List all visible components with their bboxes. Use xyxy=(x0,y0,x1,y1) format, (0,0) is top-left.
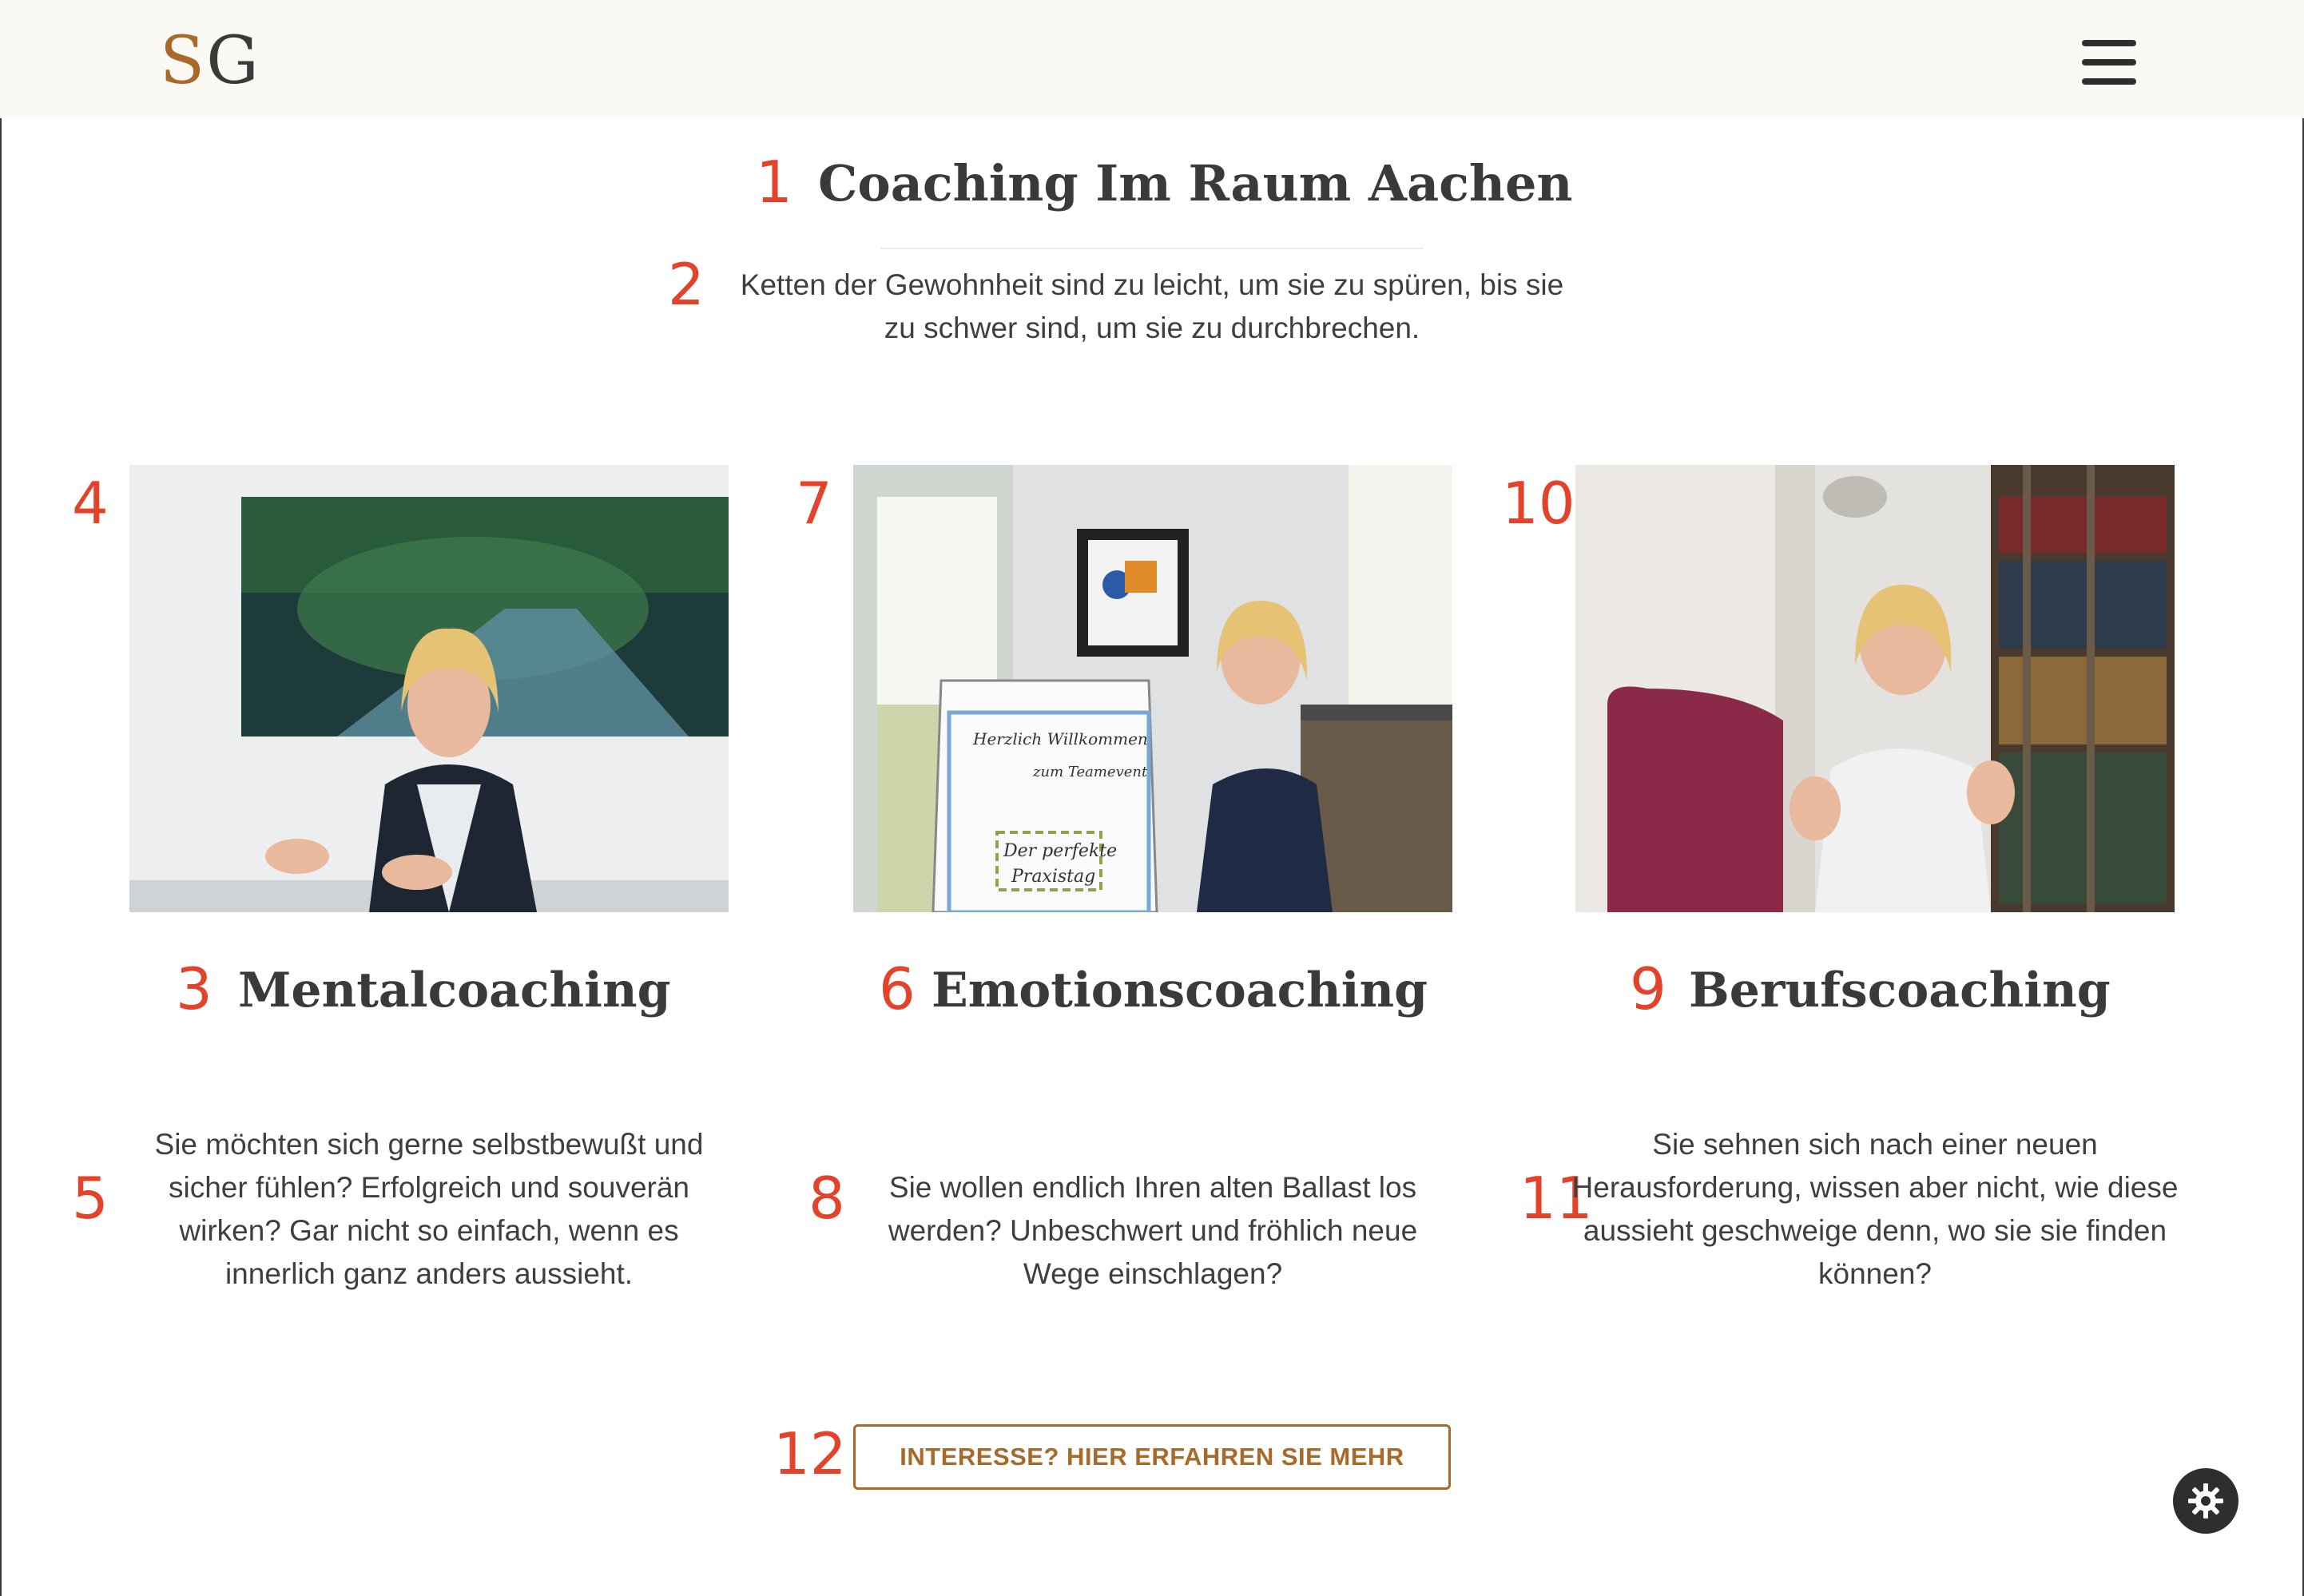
marker-12: 12 xyxy=(773,1420,847,1487)
marker-5: 5 xyxy=(72,1165,109,1232)
marker-4: 4 xyxy=(72,470,109,537)
hamburger-bar xyxy=(2082,78,2136,85)
marker-2: 2 xyxy=(668,251,705,318)
card-title-berufscoaching: Berufscoaching xyxy=(1689,963,2111,1018)
flipchart-line-4: Praxistag xyxy=(1011,867,1095,887)
learn-more-button[interactable]: INTERESSE? HIER ERFAHREN SIE MEHR xyxy=(853,1424,1451,1490)
site-logo[interactable]: SG xyxy=(160,26,260,97)
gear-icon xyxy=(2188,1483,2223,1519)
berufscoaching-photo xyxy=(1575,465,2175,912)
settings-button[interactable] xyxy=(2173,1468,2238,1534)
flipchart-line-1: Herzlich Willkommen xyxy=(972,729,1148,748)
page-title: Coaching Im Raum Aachen xyxy=(818,154,1573,212)
flipchart-line-3: Der perfekte xyxy=(1003,841,1117,861)
card-title-emotionscoaching: Emotionscoaching xyxy=(932,963,1428,1018)
card-text-emotionscoaching: Sie wollen endlich Ihren alten Ballast l… xyxy=(888,1171,1418,1290)
hamburger-menu-icon[interactable] xyxy=(2082,38,2136,86)
card-text-mentalcoaching: Sie möchten sich gerne selbstbewußt und … xyxy=(154,1128,704,1290)
hamburger-bar xyxy=(2082,40,2136,46)
intro-quote: Ketten der Gewohnheit sind zu leicht, um… xyxy=(740,268,1564,344)
flipchart-line-2: zum Teamevent xyxy=(1032,764,1148,780)
logo-letter-g: G xyxy=(206,23,260,99)
mentalcoaching-photo xyxy=(129,465,729,912)
card-text-berufscoaching: Sie sehnen sich nach einer neuen Herausf… xyxy=(1571,1128,2179,1290)
marker-1: 1 xyxy=(756,149,792,216)
logo-letter-s: S xyxy=(160,23,207,99)
emotionscoaching-photo: Herzlich Willkommen zum Teamevent Der pe… xyxy=(853,465,1452,912)
marker-6: 6 xyxy=(879,955,916,1022)
marker-7: 7 xyxy=(796,470,832,537)
marker-10: 10 xyxy=(1502,470,1575,537)
marker-8: 8 xyxy=(808,1165,845,1232)
hamburger-bar xyxy=(2082,59,2136,66)
marker-9: 9 xyxy=(1630,955,1666,1022)
title-divider xyxy=(880,248,1424,249)
card-title-mentalcoaching: Mentalcoaching xyxy=(238,963,671,1018)
marker-3: 3 xyxy=(176,955,213,1022)
site-header: SG xyxy=(0,0,2304,118)
